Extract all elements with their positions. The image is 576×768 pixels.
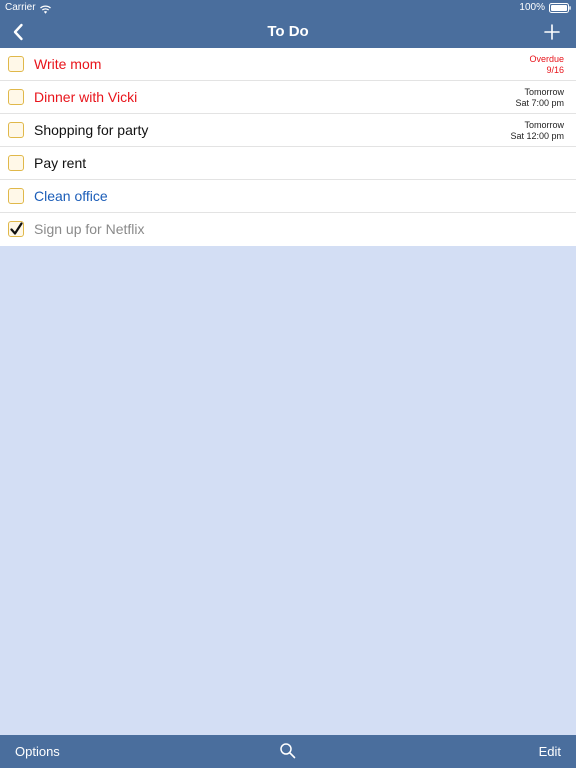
header: Carrier 100% To Do — [0, 0, 576, 48]
task-row[interactable]: Write mom Overdue 9/16 — [0, 48, 576, 81]
task-row[interactable]: Dinner with Vicki Tomorrow Sat 7:00 pm — [0, 81, 576, 114]
task-due-date: Sat 7:00 pm — [515, 98, 564, 108]
task-checkbox[interactable] — [8, 56, 24, 72]
task-title: Write mom — [34, 56, 102, 72]
add-task-button[interactable] — [538, 18, 566, 46]
task-due-date: Sat 12:00 pm — [510, 131, 564, 141]
battery-label: 100% — [519, 2, 545, 13]
task-row[interactable]: Shopping for party Tomorrow Sat 12:00 pm — [0, 114, 576, 147]
task-title: Clean office — [34, 188, 108, 204]
task-row[interactable]: Sign up for Netflix — [0, 213, 576, 246]
task-title: Shopping for party — [34, 122, 149, 138]
task-list: Write mom Overdue 9/16 Dinner with Vicki Tom… — [0, 48, 576, 246]
navigation-bar: To Do — [0, 16, 576, 48]
task-title: Pay rent — [34, 155, 87, 171]
search-icon — [280, 743, 296, 759]
task-due-info: Tomorrow Sat 12:00 pm — [510, 120, 564, 142]
task-checkbox[interactable] — [8, 221, 24, 237]
task-row[interactable]: Pay rent — [0, 147, 576, 180]
task-title: Dinner with Vicki — [34, 89, 138, 105]
battery-icon — [549, 3, 571, 13]
task-due-label: Tomorrow — [524, 120, 564, 130]
task-checkbox[interactable] — [8, 188, 24, 204]
task-checkbox[interactable] — [8, 122, 24, 138]
task-row[interactable]: Clean office — [0, 180, 576, 213]
bottom-toolbar: Options Edit — [0, 735, 576, 768]
page-title: To Do — [267, 23, 309, 40]
carrier-label: Carrier — [5, 2, 36, 13]
task-due-info: Overdue 9/16 — [529, 54, 564, 76]
task-due-info: Tomorrow Sat 7:00 pm — [515, 87, 564, 109]
task-title: Sign up for Netflix — [34, 221, 145, 237]
battery-indicator: 100% — [519, 0, 571, 16]
checkmark-icon — [10, 222, 23, 235]
plus-icon — [544, 24, 560, 40]
search-button[interactable] — [279, 742, 297, 760]
task-due-label: Tomorrow — [524, 87, 564, 97]
options-button[interactable]: Options — [15, 735, 60, 768]
edit-button[interactable]: Edit — [539, 735, 561, 768]
wifi-icon — [39, 4, 51, 14]
task-checkbox[interactable] — [8, 89, 24, 105]
status-bar: Carrier 100% — [0, 0, 576, 16]
task-due-label: Overdue — [529, 54, 564, 64]
carrier-indicator: Carrier — [5, 0, 51, 16]
task-due-date: 9/16 — [546, 65, 564, 75]
task-checkbox[interactable] — [8, 155, 24, 171]
